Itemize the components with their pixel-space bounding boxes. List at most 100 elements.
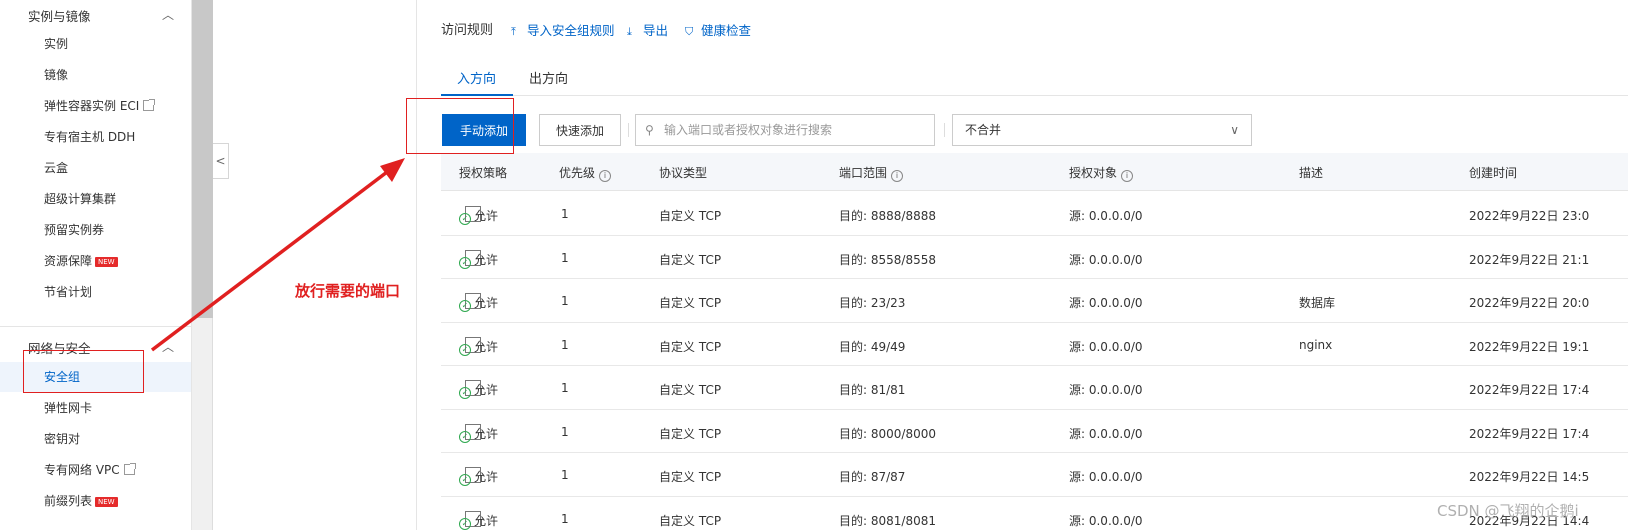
th-created: 创建时间 [1469,166,1518,180]
table-row[interactable]: ✓ 允许 1 自定义 TCP 目的: 81/81 源: 0.0.0.0/0 2022年9月2… [441,366,1628,410]
cell-policy: ✓ 允许 [459,512,498,530]
export-link[interactable]: ⤓ 导出 [627,20,668,39]
sidebar-item-eni[interactable]: 弹性网卡 [0,393,191,423]
table-row[interactable]: ✓ 允许 1 自定义 TCP 目的: 8888/8888 源: 0.0.0.0/0 2022… [441,192,1628,236]
cell-object: 源: 0.0.0.0/0 [1069,296,1143,310]
sidebar-item-prefix-list[interactable]: 前缀列表 NEW [0,486,191,516]
sidebar-item-cloudbox[interactable]: 云盒 [0,153,191,183]
search-input[interactable] [664,121,924,139]
merge-select[interactable]: 不合并 ∨ [952,114,1252,146]
sidebar-item-ddh[interactable]: 专有宿主机 DDH [0,122,191,152]
policy-text: 允许 [474,383,499,397]
table-row[interactable]: ✓ 允许 1 自定义 TCP 目的: 8000/8000 源: 0.0.0.0/0 2022… [441,410,1628,453]
policy-text: 允许 [474,252,499,267]
sidebar-item-label: 实例 [44,37,69,51]
sidebar-item-reserved[interactable]: 预留实例券 [0,215,191,245]
policy-text: 允许 [474,426,499,441]
check-circle-icon: ✓ [459,517,471,530]
chevron-up-icon[interactable]: ︿ [162,6,174,22]
sidebar-item-label: 资源保障 [44,254,93,268]
policy-text: 允许 [474,339,499,354]
cell-priority: 1 [561,294,569,308]
scrollbar-thumb[interactable] [192,0,213,318]
cell-policy: ✓ 允许 [459,381,498,399]
cell-priority: 1 [561,424,569,439]
group-title-instances[interactable]: 实例与镜像 [28,6,91,25]
sidebar-item-label: 弹性容器实例 ECI [44,99,140,113]
check-circle-icon: ✓ [459,213,471,225]
search-box[interactable]: ⚲ [635,114,935,146]
main-content: 访问规则 ⤒ 导入安全组规则 ⤓ 导出 ⛉ 健康检查 入方向 出方向 手动添加 快速添… [417,0,1628,530]
import-rules-link[interactable]: ⤒ 导入安全组规则 [511,20,615,39]
sidebar-item-eci[interactable]: 弹性容器实例 ECI [0,91,191,121]
arrow-head [380,158,405,182]
cell-priority: 1 [561,337,569,352]
cell-policy: ✓ 允许 [459,207,498,225]
policy-text: 允许 [474,209,499,223]
check-circle-icon: ✓ [459,387,471,399]
info-icon[interactable]: i [1121,170,1134,182]
cell-priority: 1 [561,207,569,221]
th-priority-label: 优先级 [559,166,596,180]
sidebar-item-instance[interactable]: 实例 [0,29,191,59]
sidebar-item-label: 云盒 [44,161,69,175]
sidebar-item-vpc[interactable]: 专有网络 VPC [0,455,191,485]
annotation-box-security-group [23,350,144,393]
watermark: CSDN @飞翔的企鹅i [1437,502,1579,520]
cell-created: 2022年9月22日 20:0 [1469,296,1590,310]
th-policy: 授权策略 [459,166,508,180]
cell-created: 2022年9月22日 14:5 [1469,470,1590,484]
cell-priority: 1 [561,468,569,482]
quick-add-button[interactable]: 快速添加 [539,114,621,146]
info-icon[interactable]: i [891,170,904,182]
tab-outbound[interactable]: 出方向 [529,68,568,87]
annotation-text: 放行需要的端口 [295,282,401,300]
sidebar-item-supercomputing[interactable]: 超级计算集群 [0,184,191,214]
chevron-left-icon: < [215,154,226,168]
direction-tabs: 入方向 出方向 [441,60,1628,96]
chevron-up-icon[interactable]: ︿ [162,338,174,354]
table-row[interactable]: ✓ 允许 1 自定义 TCP 目的: 49/49 源: 0.0.0.0/0 nginx 202… [441,323,1628,366]
cell-policy: ✓ 允许 [459,468,498,486]
cell-port: 目的: 8558/8558 [839,252,936,267]
table-row[interactable]: ✓ 允许 1 自定义 TCP 目的: 8558/8558 源: 0.0.0.0/0 2022… [441,236,1628,279]
th-priority: 优先级 i [559,164,612,182]
download-icon: ⤓ [627,25,632,38]
collapse-sidebar-button[interactable]: < [213,143,229,179]
check-circle-icon: ✓ [459,343,471,356]
cell-port: 目的: 87/87 [839,470,906,484]
cell-port: 目的: 81/81 [839,383,906,397]
sidebar-item-image[interactable]: 镜像 [0,60,191,90]
separator [944,123,945,137]
sidebar-item-resource-assurance[interactable]: 资源保障 NEW [0,246,191,276]
upload-icon: ⤒ [511,25,516,38]
health-check-link[interactable]: ⛉ 健康检查 [685,20,751,39]
sidebar: 实例与镜像 ︿ 实例 镜像 弹性容器实例 ECI 专有宿主机 DDH 云盒 超级… [0,0,192,530]
external-link-icon [143,99,156,111]
cell-protocol: 自定义 TCP [659,513,722,528]
tab-inbound[interactable]: 入方向 [457,68,496,87]
cell-priority: 1 [561,250,569,265]
th-port: 端口范围 i [839,164,904,182]
policy-text: 允许 [474,470,499,484]
sidebar-item-savings-plan[interactable]: 节省计划 [0,277,191,307]
th-port-label: 端口范围 [839,166,888,180]
page-title: 访问规则 [441,23,494,38]
policy-text: 允许 [474,296,499,310]
cell-desc: nginx [1299,337,1333,352]
export-label: 导出 [643,23,669,38]
import-rules-label: 导入安全组规则 [527,23,615,38]
cell-object: 源: 0.0.0.0/0 [1069,470,1143,484]
cell-created: 2022年9月22日 17:4 [1469,383,1590,397]
external-link-icon [123,463,136,475]
info-icon[interactable]: i [599,170,612,182]
cell-object: 源: 0.0.0.0/0 [1069,339,1143,354]
check-circle-icon: ✓ [459,300,471,312]
sidebar-item-keypair[interactable]: 密钥对 [0,424,191,454]
cell-port: 目的: 8000/8000 [839,426,936,441]
sidebar-item-label: 专有宿主机 DDH [44,130,136,144]
chevron-down-icon: ∨ [1230,123,1239,137]
sidebar-scrollbar[interactable] [192,0,213,530]
table-row[interactable]: ✓ 允许 1 自定义 TCP 目的: 23/23 源: 0.0.0.0/0 数据库 2022年… [441,279,1628,323]
table-row[interactable]: ✓ 允许 1 自定义 TCP 目的: 87/87 源: 0.0.0.0/0 2022年9月2… [441,453,1628,497]
